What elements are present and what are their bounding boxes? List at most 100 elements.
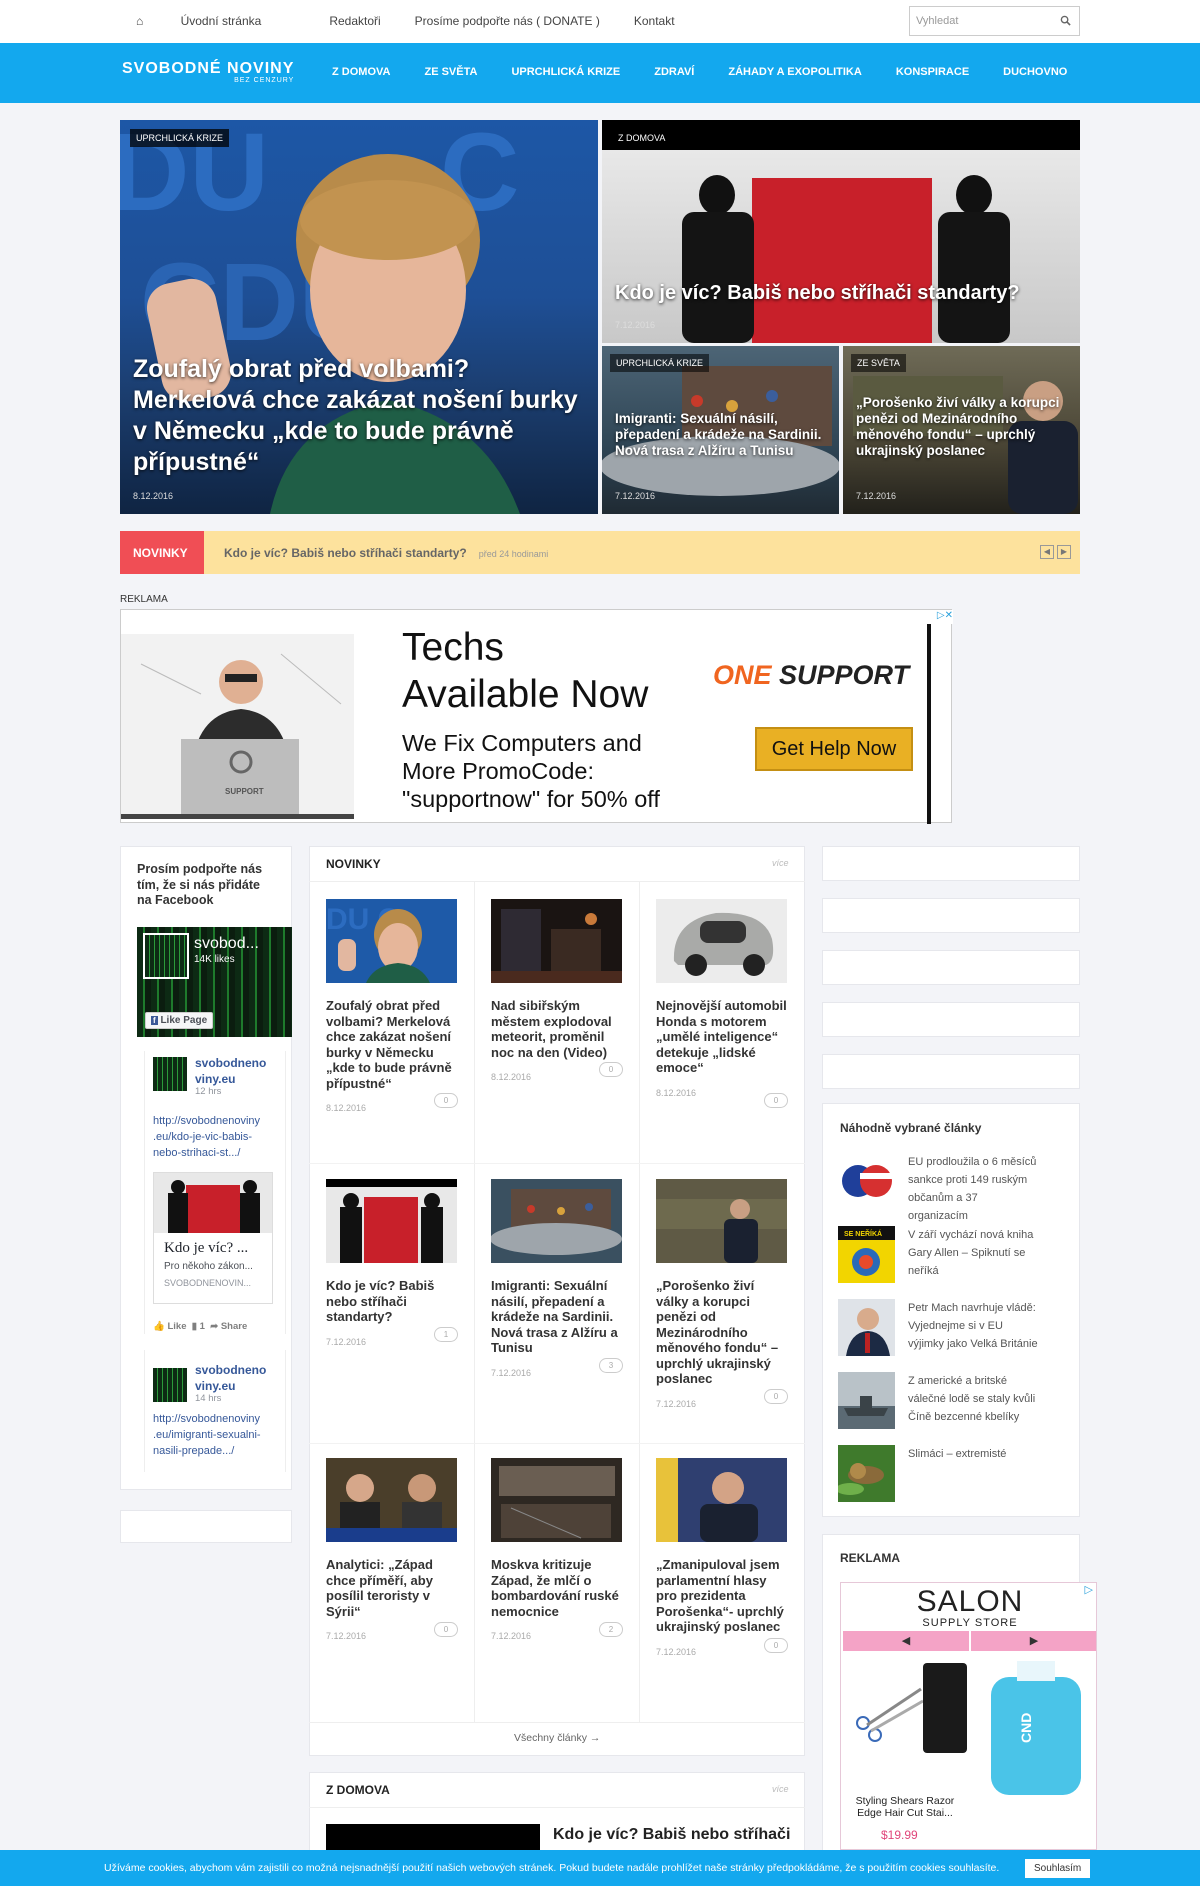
random-thumb-mach[interactable] (838, 1299, 895, 1356)
comment-count-badge[interactable]: 0 (434, 1093, 458, 1108)
comment-count-badge[interactable]: 1 (434, 1327, 458, 1342)
ticker-next-button[interactable]: ▶ (1057, 545, 1071, 559)
top-nav-contact[interactable]: Kontakt (634, 14, 675, 28)
news-item-title[interactable]: Kdo je víc? Babiš nebo stříhači standart… (326, 1278, 458, 1325)
news-item-title[interactable]: „Zmanipuloval jsem parlamentní hlasy pro… (656, 1557, 788, 1635)
random-thumb-snail[interactable] (838, 1445, 895, 1502)
random-article-title[interactable]: EU prodloužila o 6 měsíců sankce proti 1… (908, 1153, 1038, 1225)
news-thumb-migrants[interactable] (490, 1179, 622, 1263)
random-thumb-eu-russia[interactable] (838, 1153, 895, 1210)
random-thumb-warships[interactable] (838, 1372, 895, 1429)
ad-choices-icon[interactable]: ▷✕ (927, 610, 953, 624)
right-ad-next-button[interactable]: ▶ (971, 1631, 1096, 1651)
news-item-title[interactable]: Moskva kritizuje Západ, že mlčí o bombar… (491, 1557, 623, 1619)
hero-br-title[interactable]: „Porošenko živí války a korupci penězi o… (856, 395, 1066, 459)
right-ad-banner[interactable]: ▷ SALON SUPPLY STORE ◀ ▶ CND Styling She… (840, 1582, 1097, 1850)
comment-count-badge[interactable]: 0 (599, 1062, 623, 1077)
news-thumb-meteorite[interactable] (491, 899, 622, 983)
hero-topright-title[interactable]: Kdo je víc? Babiš nebo stříhači standart… (615, 281, 1066, 305)
hero-br-tag[interactable]: ZE SVĚTA (851, 354, 906, 372)
news-thumb-analysts[interactable] (326, 1458, 457, 1542)
top-nav-editors[interactable]: Redaktoři (329, 14, 380, 28)
hero-bl-tag[interactable]: UPRCHLICKÁ KRIZE (610, 354, 710, 372)
z-domova-more-link[interactable]: více (772, 1784, 789, 1794)
news-thumb-honda[interactable] (656, 899, 787, 983)
fb-post-link[interactable]: http://svobodnenoviny .eu/imigranti-sexua… (153, 1411, 261, 1459)
news-item-title[interactable]: Zoufalý obrat před volbami? Merkelová ch… (326, 998, 458, 1091)
random-thumb-book[interactable]: SE NEŘÍKÁ (838, 1226, 895, 1283)
novinky-more-link[interactable]: více (772, 858, 789, 868)
z-domova-thumb[interactable] (326, 1824, 540, 1850)
fb-share-action[interactable]: ➦ Share (210, 1321, 247, 1332)
nav-item-duchovno[interactable]: DUCHOVNO (1003, 66, 1067, 78)
news-item-title[interactable]: Analytici: „Západ chce příměří, aby posí… (326, 1557, 458, 1619)
news-item-title[interactable]: Imigranti: Sexuální násilí, přepadení a … (491, 1278, 623, 1356)
z-domova-first-title[interactable]: Kdo je víc? Babiš nebo stříhači (553, 1826, 790, 1844)
fb-post-author-line2: viny.eu (195, 1379, 236, 1393)
search-icon[interactable] (1060, 15, 1071, 26)
news-thumb-parliament[interactable] (656, 1458, 787, 1542)
fb-like-page-label: Like Page (160, 1015, 208, 1026)
news-item-title[interactable]: Nejnovější automobil Honda s motorem „um… (656, 998, 788, 1076)
facebook-icon: f (151, 1016, 158, 1025)
nav-item-ze-sveta[interactable]: ZE SVĚTA (424, 66, 477, 78)
news-item-title[interactable]: Nad sibiřským městem explodoval meteorit… (491, 998, 623, 1060)
comment-count-badge[interactable]: 0 (434, 1622, 458, 1637)
right-ad-prev-button[interactable]: ◀ (843, 1631, 969, 1651)
facebook-page-widget[interactable]: svobod... 14K likes f Like Page svobodne… (137, 927, 292, 1472)
nav-item-zahady[interactable]: ZÁHADY A EXOPOLITIKA (728, 66, 861, 78)
right-ad-product-name[interactable]: Styling Shears Razor Edge Hair Cut Stai.… (845, 1795, 965, 1819)
comment-count-badge[interactable]: 2 (599, 1622, 623, 1637)
news-thumb-poroshenko[interactable] (656, 1179, 787, 1263)
fb-like-action[interactable]: 👍 Like (153, 1321, 187, 1332)
hero-main-tag[interactable]: UPRCHLICKÁ KRIZE (130, 129, 230, 147)
nav-item-z-domova[interactable]: Z DOMOVA (332, 66, 390, 78)
fb-like-page-button[interactable]: f Like Page (145, 1012, 214, 1029)
fb-link-card[interactable]: Kdo je víc? ... Pro někoho zákon... SVOB… (153, 1172, 273, 1304)
fb-comment-action[interactable]: ▮ 1 (192, 1321, 205, 1332)
news-thumb-hospital[interactable] (491, 1458, 622, 1542)
news-item-title[interactable]: „Porošenko živí války a korupci penězi o… (656, 1278, 788, 1387)
fb-post-author[interactable]: svobodneno viny.eu (195, 1055, 266, 1087)
news-thumb-merkel[interactable]: DU C (326, 899, 457, 983)
right-ad-choices-icon[interactable]: ▷ (1085, 1583, 1093, 1596)
comment-count-badge[interactable]: 0 (764, 1638, 788, 1653)
hero-br-article[interactable]: ZE SVĚTA „Porošenko živí války a korupci… (843, 346, 1080, 514)
random-article-item: Petr Mach navrhuje vládě: Vyjednejme si … (838, 1299, 1038, 1356)
hero-main-title[interactable]: Zoufalý obrat před volbami? Merkelová ch… (133, 354, 584, 478)
top-advertisement[interactable]: SUPPORT Techs Available Now We Fix Compu… (120, 609, 953, 824)
random-article-title[interactable]: V září vychází nová kniha Gary Allen – S… (908, 1226, 1038, 1283)
nav-item-konspirace[interactable]: KONSPIRACE (896, 66, 969, 78)
random-article-title[interactable]: Slimáci – extremisté (908, 1445, 1006, 1502)
hero-bl-title[interactable]: Imigranti: Sexuální násilí, přepadení a … (615, 411, 825, 459)
all-articles-link[interactable]: Všechny články → (514, 1732, 600, 1744)
nav-item-uprchlicka-krize[interactable]: UPRCHLICKÁ KRIZE (511, 66, 620, 78)
ad-body-line2: More PromoCode: (402, 758, 594, 784)
ad-label: REKLAMA (120, 594, 168, 605)
site-logo[interactable]: SVOBODNÉ NOVINY BEZ CENZURY (122, 60, 294, 84)
fb-cover[interactable]: svobod... 14K likes f Like Page (137, 927, 292, 1037)
top-nav-home[interactable]: ⌂ Úvodní stránka (136, 14, 295, 28)
fb-post-link[interactable]: http://svobodnenoviny .eu/kdo-je-vic-babi… (153, 1113, 260, 1161)
comment-count-badge[interactable]: 0 (764, 1389, 788, 1404)
hero-topright-tag[interactable]: Z DOMOVA (612, 129, 672, 147)
nav-item-zdravi[interactable]: ZDRAVÍ (654, 66, 694, 78)
comment-count-badge[interactable]: 3 (599, 1358, 623, 1373)
news-item: Nejnovější automobil Honda s motorem „um… (656, 899, 788, 1108)
random-article-title[interactable]: Petr Mach navrhuje vládě: Vyjednejme si … (908, 1299, 1038, 1356)
hero-topright-article[interactable]: Z DOMOVA Kdo je víc? Babiš nebo stříhači… (602, 120, 1080, 343)
news-item: Analytici: „Západ chce příměří, aby posí… (326, 1458, 458, 1641)
cookie-accept-button[interactable]: Souhlasím (1025, 1859, 1091, 1878)
ticker-prev-button[interactable]: ◀ (1040, 545, 1054, 559)
ticker-headline[interactable]: Kdo je víc? Babiš nebo stříhači standart… (224, 546, 548, 560)
comment-icon: ▮ (191, 1321, 198, 1332)
hero-bl-article[interactable]: UPRCHLICKÁ KRIZE Imigranti: Sexuální nás… (602, 346, 839, 514)
fb-post-author[interactable]: svobodneno viny.eu (195, 1362, 266, 1394)
search-input[interactable]: Vyhledat (909, 6, 1080, 36)
random-article-title[interactable]: Z americké a britské válečné lodě se sta… (908, 1372, 1038, 1429)
ad-cta-button[interactable]: Get Help Now (755, 727, 913, 771)
hero-main-article[interactable]: DU C CDU UPRCHLICKÁ KRIZE Zoufalý obrat … (120, 120, 598, 514)
news-thumb-babis[interactable] (326, 1179, 457, 1263)
top-nav-donate[interactable]: Prosíme podpořte nás ( DONATE ) (415, 14, 600, 28)
comment-count-badge[interactable]: 0 (764, 1093, 788, 1108)
